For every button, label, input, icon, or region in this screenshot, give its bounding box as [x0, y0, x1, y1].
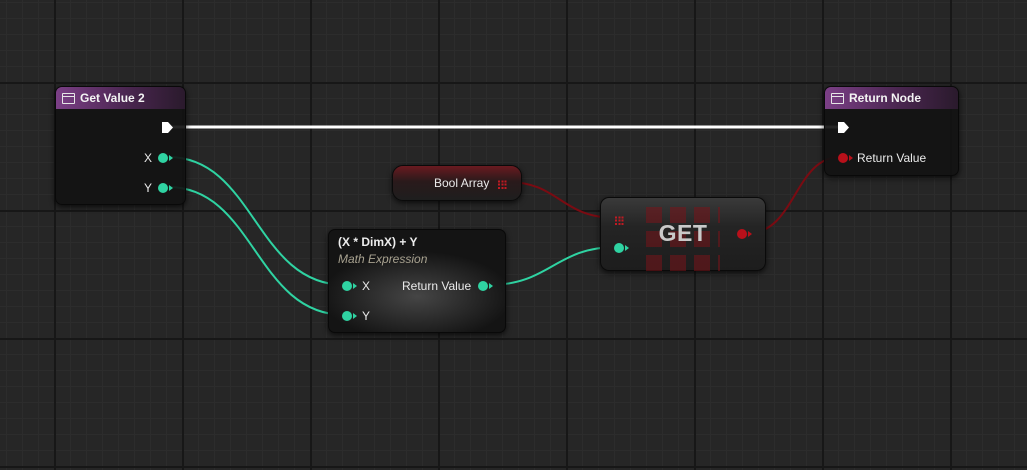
return-value-pin-label: Return Value [857, 151, 927, 165]
math-x-input-pin[interactable] [342, 281, 352, 291]
get-value-node-title: Get Value 2 [80, 91, 145, 105]
math-y-pin-label: Y [362, 309, 371, 323]
x-pin-label: X [144, 151, 153, 165]
return-node-title: Return Node [849, 91, 921, 105]
return-value-input-pin[interactable] [838, 153, 848, 163]
math-y-pin-arrow-icon [353, 313, 357, 319]
math-x-pin-arrow-icon [353, 283, 357, 289]
x-pin-arrow-icon [169, 155, 173, 161]
x-output-pin[interactable] [158, 153, 168, 163]
y-pin-label: Y [144, 181, 153, 195]
array-get-node[interactable]: GET [600, 197, 766, 271]
bool-array-variable-node[interactable]: Bool Array [392, 165, 522, 201]
math-x-pin-label: X [362, 279, 371, 293]
wire-math-to-get-index [488, 246, 618, 286]
get-output-pin-arrow-icon [748, 231, 752, 237]
math-return-pin-arrow-icon [489, 283, 493, 289]
get-index-pin-arrow-icon [625, 245, 629, 251]
function-icon [831, 92, 844, 104]
return-node-header[interactable]: Return Node [825, 87, 958, 109]
get-index-input-pin[interactable] [614, 243, 624, 253]
function-icon [62, 92, 75, 104]
bool-array-label: Bool Array [434, 176, 490, 190]
get-value-node[interactable]: Get Value 2 X Y [55, 86, 186, 205]
exec-in-pin-icon[interactable] [837, 121, 850, 134]
get-output-pin[interactable] [737, 229, 747, 239]
math-expression-subtitle: Math Expression [338, 252, 428, 266]
exec-out-pin-icon[interactable] [161, 121, 174, 134]
wire-x-to-math-x [167, 156, 346, 286]
get-array-input-pin-icon[interactable] [615, 215, 625, 225]
wire-layer [167, 125, 841, 316]
math-expression-title: (X * DimX) + Y [338, 235, 418, 249]
math-expression-node[interactable]: (X * DimX) + Y Math Expression X Return … [328, 229, 506, 333]
math-return-value-label: Return Value [402, 279, 472, 293]
math-y-input-pin[interactable] [342, 311, 352, 321]
math-return-value-output-pin[interactable] [478, 281, 488, 291]
get-value-node-header[interactable]: Get Value 2 [56, 87, 185, 109]
return-value-pin-arrow-icon [849, 155, 853, 161]
return-node[interactable]: Return Node Return Value [824, 86, 959, 176]
wire-y-to-math-y [167, 186, 346, 316]
y-output-pin[interactable] [158, 183, 168, 193]
array-output-pin-icon[interactable] [498, 179, 508, 189]
y-pin-arrow-icon [169, 185, 173, 191]
